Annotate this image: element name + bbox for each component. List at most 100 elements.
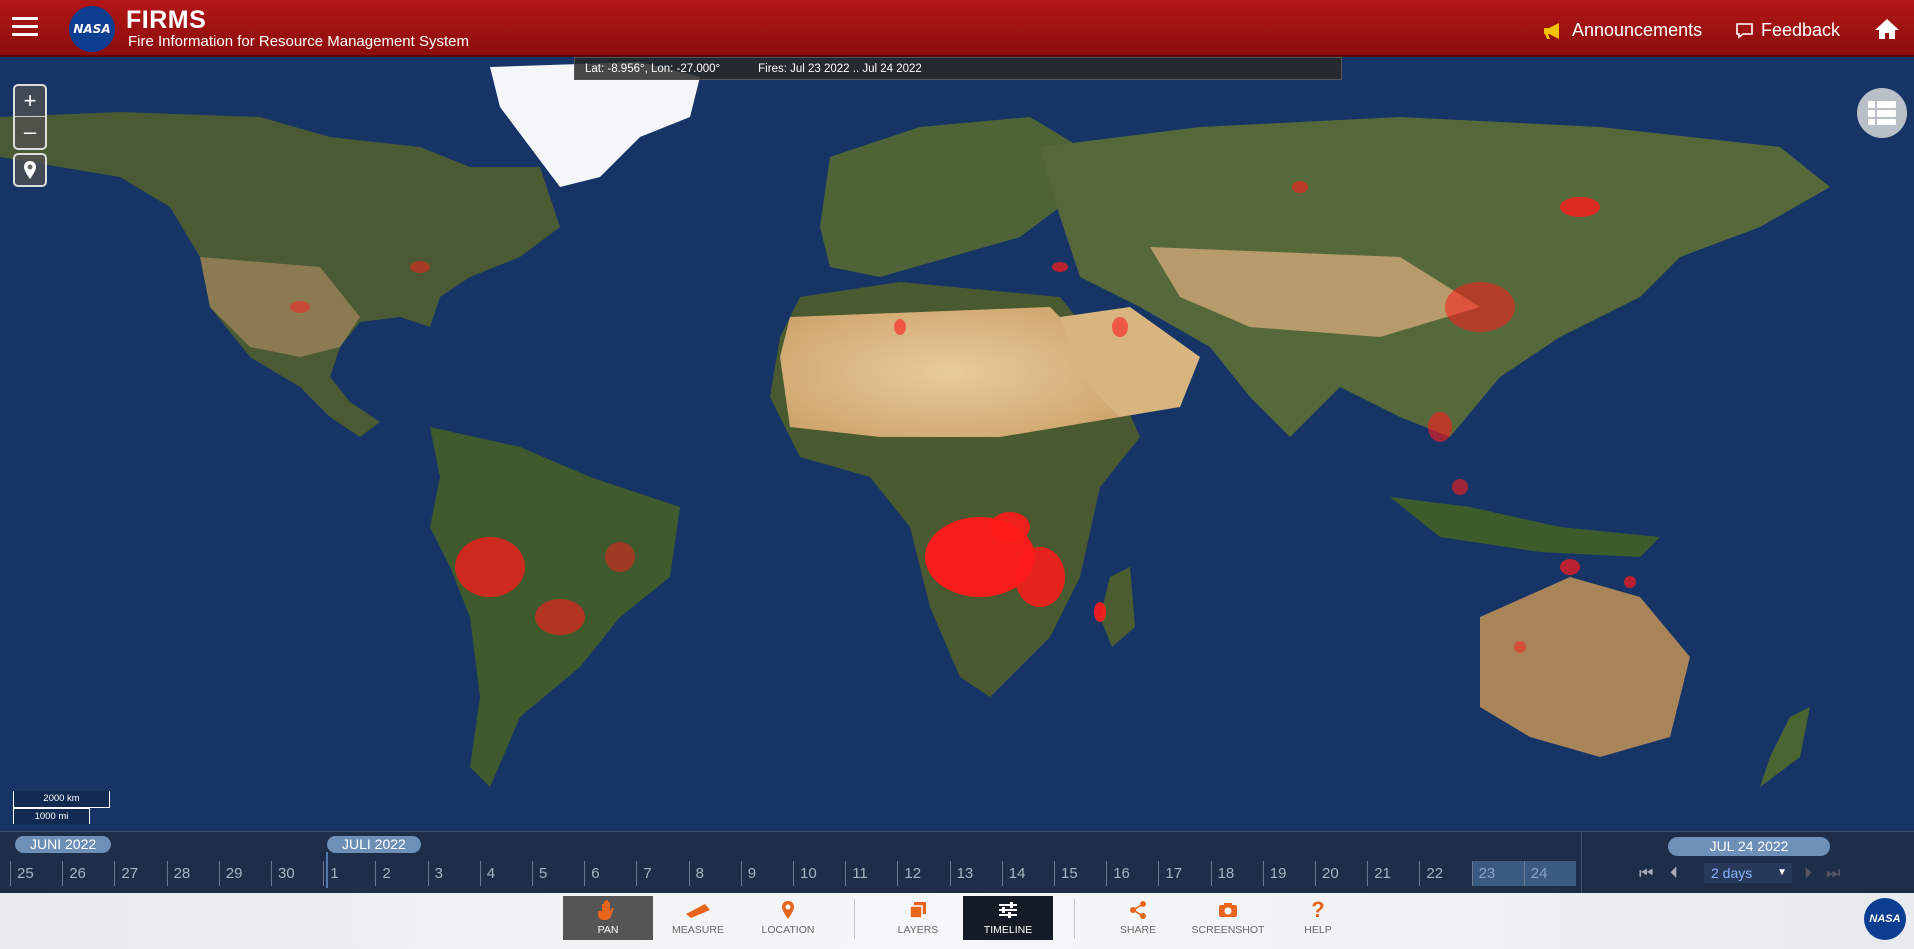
- app-title: FIRMS: [126, 6, 207, 34]
- chat-icon: [1736, 23, 1753, 39]
- timeline-day[interactable]: 25: [10, 861, 62, 886]
- next-day-button[interactable]: ⏵: [1804, 865, 1812, 883]
- day-span-select[interactable]: 2 days ▼: [1704, 863, 1792, 883]
- share-tool-button[interactable]: SHARE: [1093, 896, 1183, 940]
- location-label: LOCATION: [761, 924, 815, 936]
- toolbar-divider: [1074, 899, 1075, 939]
- nasa-corner-text: NASA: [1869, 913, 1901, 925]
- share-icon: [1130, 901, 1146, 919]
- stack-icon: [909, 902, 926, 919]
- fires-range-text: Fires: Jul 23 2022 .. Jul 24 2022: [758, 62, 922, 75]
- timeline-days[interactable]: JUNI 2022 JULI 2022 25 26 27 28 29 30 1 2 3 4 5 6 7 8…: [0, 832, 1580, 894]
- timeline-tool-button[interactable]: TIMELINE: [963, 896, 1053, 940]
- megaphone-icon: [1544, 22, 1559, 39]
- bottom-toolbar: PAN MEASURE LOCATION LAYERS TIMELINE SHA…: [0, 893, 1914, 949]
- timeline-day[interactable]: 20: [1315, 861, 1367, 886]
- satellite-basemap: [0, 57, 1914, 831]
- location-tool-button[interactable]: LOCATION: [743, 896, 833, 940]
- timeline-day[interactable]: 15: [1054, 861, 1106, 886]
- timeline-day[interactable]: 5: [532, 861, 584, 886]
- timeline-panel: JUNI 2022 JULI 2022 25 26 27 28 29 30 1 2 3 4 5 6 7 8…: [0, 831, 1914, 894]
- month-label-june: JUNI 2022: [15, 836, 112, 853]
- timeline-day[interactable]: 21: [1367, 861, 1419, 886]
- timeline-day[interactable]: 24: [1523, 861, 1576, 886]
- timeline-day[interactable]: 30: [271, 861, 323, 886]
- timeline-day[interactable]: 26: [62, 861, 114, 886]
- top-header: NASA FIRMS Fire Information for Resource…: [0, 0, 1914, 57]
- timeline-day[interactable]: 14: [1001, 861, 1054, 886]
- timeline-day[interactable]: 4: [479, 861, 532, 886]
- camera-icon: [1219, 903, 1237, 917]
- map-pin-icon: [782, 901, 794, 919]
- app-subtitle: Fire Information for Resource Management…: [128, 33, 469, 50]
- pan-tool-button[interactable]: PAN: [563, 896, 653, 940]
- ruler-icon: [686, 904, 710, 918]
- measure-tool-button[interactable]: MEASURE: [653, 896, 743, 940]
- zoom-in-button[interactable]: +: [15, 86, 45, 117]
- first-day-button[interactable]: ⏮: [1639, 865, 1653, 883]
- timeline-day[interactable]: 19: [1262, 861, 1315, 886]
- timeline-day[interactable]: 8: [688, 861, 741, 886]
- timeline-label: TIMELINE: [983, 924, 1033, 936]
- timeline-day[interactable]: 1: [323, 861, 375, 886]
- world-map[interactable]: [0, 57, 1914, 831]
- layers-tool-button[interactable]: LAYERS: [873, 896, 963, 940]
- feedback-link[interactable]: Feedback: [1735, 20, 1840, 41]
- toolbar-divider: [854, 899, 855, 939]
- timeline-day[interactable]: 10: [793, 861, 845, 886]
- screenshot-label: SCREENSHOT: [1191, 924, 1265, 936]
- layers-label: LAYERS: [897, 924, 939, 936]
- layers-list-button[interactable]: [1857, 88, 1907, 138]
- nasa-corner-logo: NASA: [1864, 898, 1906, 940]
- timeline-day[interactable]: 12: [897, 861, 949, 886]
- timeline-day[interactable]: 11: [845, 861, 897, 886]
- timeline-day[interactable]: 27: [114, 861, 166, 886]
- question-icon: ?: [1311, 897, 1325, 922]
- current-date-badge: JUL 24 2022: [1668, 837, 1830, 856]
- zoom-control: + –: [13, 84, 47, 150]
- scale-mi: 1000 mi: [13, 808, 90, 824]
- zoom-out-button[interactable]: –: [15, 117, 45, 148]
- hamburger-icon[interactable]: [12, 17, 38, 39]
- day-span-value: 2 days: [1711, 865, 1753, 881]
- last-day-button[interactable]: ⏭: [1826, 865, 1840, 883]
- timeline-day[interactable]: 17: [1158, 861, 1210, 886]
- announcements-link[interactable]: Announcements: [1543, 20, 1702, 41]
- previous-day-button[interactable]: ⏴: [1670, 865, 1678, 883]
- chevron-down-icon: ▼: [1777, 867, 1787, 878]
- lat-lon-text: Lat: -8.956°, Lon: -27.000°: [585, 62, 721, 75]
- timeline-day[interactable]: 6: [584, 861, 636, 886]
- coordinate-readout: Lat: -8.956°, Lon: -27.000° Fires: Jul 2…: [574, 57, 1342, 80]
- screenshot-tool-button[interactable]: SCREENSHOT: [1183, 896, 1273, 940]
- timeline-day[interactable]: 16: [1106, 861, 1158, 886]
- timeline-day[interactable]: 2: [375, 861, 427, 886]
- location-pin-icon: [24, 161, 36, 179]
- timeline-day[interactable]: 18: [1210, 861, 1263, 886]
- announcements-label: Announcements: [1572, 20, 1703, 40]
- pan-label: PAN: [597, 924, 619, 936]
- nasa-logo: NASA: [69, 6, 115, 52]
- timeline-day[interactable]: 9: [740, 861, 793, 886]
- timeline-day[interactable]: 3: [427, 861, 480, 886]
- timeline-day[interactable]: 7: [636, 861, 688, 886]
- timeline-controls: JUL 24 2022 ⏮ ⏴ 2 days ▼ ⏵ ⏭: [1581, 832, 1914, 894]
- timeline-day[interactable]: 13: [949, 861, 1002, 886]
- sliders-icon: [999, 902, 1017, 918]
- feedback-label: Feedback: [1761, 20, 1841, 40]
- measure-label: MEASURE: [672, 924, 724, 936]
- firms-app: NASA FIRMS Fire Information for Resource…: [0, 0, 1914, 949]
- nasa-logo-text: NASA: [73, 22, 111, 36]
- month-label-july: JULI 2022: [327, 836, 421, 853]
- timeline-day[interactable]: 29: [218, 861, 271, 886]
- timeline-day[interactable]: 22: [1419, 861, 1471, 886]
- layers-list-icon: [1868, 101, 1896, 125]
- help-tool-button[interactable]: ? HELP: [1273, 896, 1363, 940]
- timeline-day[interactable]: 28: [166, 861, 219, 886]
- timeline-day[interactable]: 23: [1471, 861, 1524, 886]
- map-scale: 2000 km 1000 mi: [13, 791, 110, 824]
- home-icon[interactable]: [1874, 18, 1900, 45]
- scale-km: 2000 km: [13, 791, 110, 808]
- locate-button[interactable]: [13, 153, 47, 187]
- hand-icon: [598, 900, 614, 920]
- share-label: SHARE: [1119, 924, 1157, 936]
